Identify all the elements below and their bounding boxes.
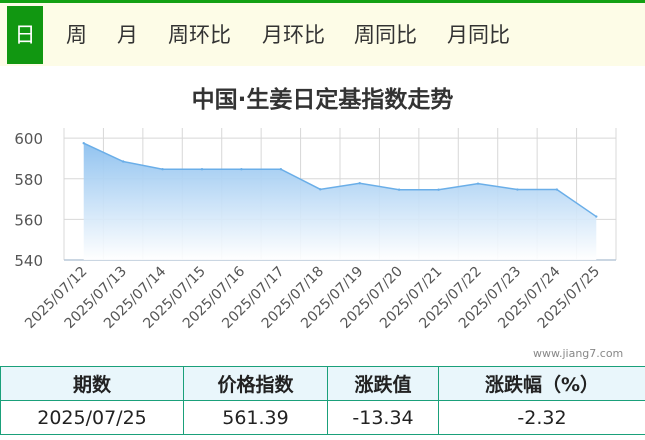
data-point xyxy=(437,188,440,191)
data-point xyxy=(82,142,85,145)
header-price-index: 价格指数 xyxy=(183,366,328,401)
data-point xyxy=(397,188,401,191)
header-change-percent: 涨跌幅（%） xyxy=(438,366,645,401)
header-period: 期数 xyxy=(0,366,184,401)
tab-month-on-month[interactable]: 月环比 xyxy=(262,6,325,64)
y-tick-label: 560 xyxy=(14,211,43,229)
tab-month-year-on-year[interactable]: 月同比 xyxy=(447,6,510,64)
tab-month[interactable]: 月 xyxy=(117,6,138,64)
y-tick-label: 580 xyxy=(14,171,43,189)
cell-change-percent: -2.32 xyxy=(438,400,645,435)
tab-week[interactable]: 周 xyxy=(66,6,87,64)
summary-data-row: 2025/07/25 561.39 -13.34 -2.32 xyxy=(0,400,645,435)
cell-change-value: -13.34 xyxy=(327,400,439,435)
y-tick-label: 600 xyxy=(14,130,43,148)
index-trend-chart: 5405605806002025/07/122025/07/132025/07/… xyxy=(14,128,617,332)
summary-table: 期数 价格指数 涨跌值 涨跌幅（%） 2025/07/25 561.39 -13… xyxy=(0,366,645,435)
data-point xyxy=(358,182,361,185)
header-change-value: 涨跌值 xyxy=(327,366,439,401)
y-tick-label: 540 xyxy=(14,252,43,270)
data-point xyxy=(279,168,283,171)
tab-week-on-week[interactable]: 周环比 xyxy=(168,6,231,64)
chart-title: 中国·生姜日定基指数走势 xyxy=(191,87,454,113)
watermark: www.jiang7.com xyxy=(533,347,624,360)
data-point xyxy=(555,188,559,191)
tab-week-year-on-year[interactable]: 周同比 xyxy=(354,6,417,64)
cell-price-index: 561.39 xyxy=(183,400,328,435)
data-point xyxy=(476,182,480,185)
data-point xyxy=(161,168,164,171)
period-tab-bar: 日 周 月 周环比 月环比 周同比 月同比 xyxy=(0,0,645,66)
tab-day[interactable]: 日 xyxy=(7,6,43,64)
data-point xyxy=(319,188,322,191)
data-point xyxy=(240,168,243,171)
summary-header-row: 期数 价格指数 涨跌值 涨跌幅（%） xyxy=(0,366,645,401)
cell-period: 2025/07/25 xyxy=(0,400,184,435)
data-point xyxy=(595,215,598,218)
data-point xyxy=(516,188,519,191)
data-point xyxy=(121,160,125,163)
data-point xyxy=(200,168,204,171)
